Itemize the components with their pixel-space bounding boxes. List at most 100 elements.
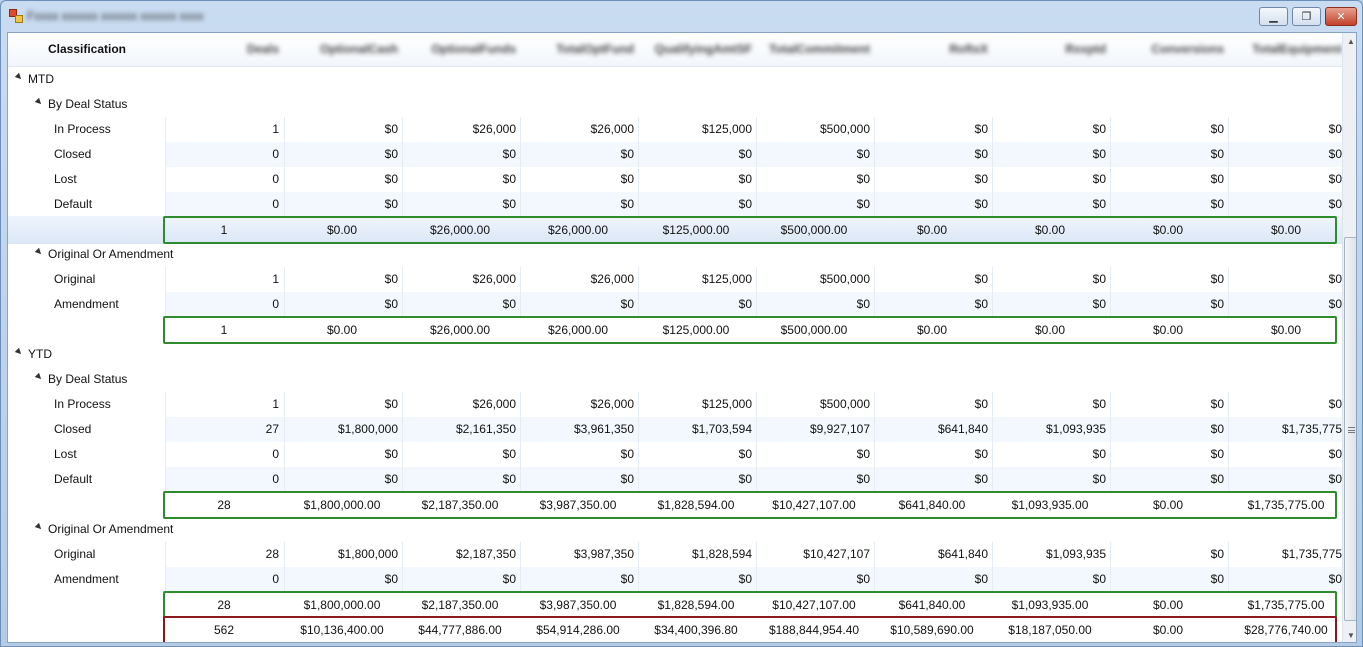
- data-cell[interactable]: $0: [1110, 472, 1224, 488]
- total-cell[interactable]: $1,735,775.00: [1226, 498, 1346, 514]
- data-cell[interactable]: $0: [874, 572, 988, 588]
- total-cell[interactable]: $0.00: [872, 323, 992, 339]
- total-cell[interactable]: $54,914,286.00: [518, 623, 638, 639]
- data-cell[interactable]: 0: [165, 172, 279, 188]
- data-cell[interactable]: 27: [165, 422, 279, 438]
- total-cell[interactable]: $0.00: [872, 223, 992, 239]
- data-cell[interactable]: $1,093,935: [992, 422, 1106, 438]
- total-cell[interactable]: $1,093,935.00: [990, 498, 1110, 514]
- total-cell[interactable]: $500,000.00: [754, 223, 874, 239]
- data-cell[interactable]: $1,800,000: [284, 547, 398, 563]
- total-cell[interactable]: 28: [164, 598, 284, 614]
- data-cell[interactable]: $26,000: [520, 397, 634, 413]
- data-cell[interactable]: 1: [165, 272, 279, 288]
- data-cell[interactable]: $0: [1110, 197, 1224, 213]
- data-cell[interactable]: $26,000: [520, 272, 634, 288]
- data-cell[interactable]: $0: [874, 272, 988, 288]
- data-cell[interactable]: $0: [402, 472, 516, 488]
- data-cell[interactable]: $0: [874, 197, 988, 213]
- table-row[interactable]: Default 0 $0 $0 $0 $0 $0 $0 $0 $0 $0: [8, 192, 1342, 217]
- table-row[interactable]: Original 28 $1,800,000 $2,187,350 $3,987,350…: [8, 542, 1342, 567]
- column-header-4[interactable]: TotalOptFund: [520, 42, 634, 58]
- total-cell[interactable]: $188,844,954.40: [754, 623, 874, 639]
- data-cell[interactable]: $500,000: [756, 272, 870, 288]
- total-cell[interactable]: 28: [164, 498, 284, 514]
- data-cell[interactable]: 0: [165, 147, 279, 163]
- data-cell[interactable]: $0: [1110, 147, 1224, 163]
- data-cell[interactable]: $0: [992, 447, 1106, 463]
- column-header-1[interactable]: Deals: [165, 42, 279, 58]
- total-cell[interactable]: $125,000.00: [636, 223, 756, 239]
- pivot-grid[interactable]: Classification Deals OptionalCash Optional…: [8, 33, 1342, 642]
- data-cell[interactable]: $0: [284, 397, 398, 413]
- column-header-3[interactable]: OptionalFunds: [402, 42, 516, 58]
- data-cell[interactable]: $0: [1110, 297, 1224, 313]
- data-cell[interactable]: $125,000: [638, 122, 752, 138]
- total-cell[interactable]: $10,136,400.00: [282, 623, 402, 639]
- total-cell[interactable]: $10,589,690.00: [872, 623, 992, 639]
- data-cell[interactable]: $0: [520, 147, 634, 163]
- data-cell[interactable]: $0: [638, 447, 752, 463]
- total-cell[interactable]: $44,777,886.00: [400, 623, 520, 639]
- data-cell[interactable]: 0: [165, 572, 279, 588]
- data-cell[interactable]: $0: [1110, 122, 1224, 138]
- expand-collapse-icon[interactable]: [14, 72, 24, 82]
- maximize-button[interactable]: ❐: [1292, 7, 1321, 26]
- data-cell[interactable]: $2,161,350: [402, 422, 516, 438]
- data-cell[interactable]: $0: [284, 122, 398, 138]
- table-row[interactable]: Original 1 $0 $26,000 $26,000 $125,000 $500,00…: [8, 267, 1342, 292]
- total-cell[interactable]: $2,187,350.00: [400, 598, 520, 614]
- data-cell[interactable]: $125,000: [638, 397, 752, 413]
- data-cell[interactable]: $0: [1228, 272, 1342, 288]
- data-cell[interactable]: $0: [1228, 122, 1342, 138]
- data-cell[interactable]: $0: [284, 272, 398, 288]
- data-cell[interactable]: $0: [1228, 172, 1342, 188]
- data-cell[interactable]: $0: [992, 122, 1106, 138]
- data-cell[interactable]: 0: [165, 197, 279, 213]
- data-cell[interactable]: 0: [165, 447, 279, 463]
- group-row[interactable]: By Deal Status: [8, 367, 1342, 392]
- table-row[interactable]: Closed 27 $1,800,000 $2,161,350 $3,961,350 $1…: [8, 417, 1342, 442]
- data-cell[interactable]: $0: [992, 472, 1106, 488]
- data-cell[interactable]: $9,927,107: [756, 422, 870, 438]
- data-cell[interactable]: $0: [874, 397, 988, 413]
- data-cell[interactable]: $500,000: [756, 397, 870, 413]
- total-cell[interactable]: $0.00: [1108, 223, 1228, 239]
- total-cell[interactable]: $1,800,000.00: [282, 498, 402, 514]
- data-cell[interactable]: $0: [1110, 172, 1224, 188]
- data-cell[interactable]: $26,000: [520, 122, 634, 138]
- total-cell[interactable]: $3,987,350.00: [518, 598, 638, 614]
- data-cell[interactable]: $0: [874, 147, 988, 163]
- data-cell[interactable]: $0: [402, 172, 516, 188]
- scroll-up-icon[interactable]: ▲: [1343, 33, 1356, 49]
- minimize-button[interactable]: ▁: [1259, 7, 1288, 26]
- total-cell[interactable]: $500,000.00: [754, 323, 874, 339]
- data-cell[interactable]: $0: [1228, 572, 1342, 588]
- expand-collapse-icon[interactable]: [34, 522, 44, 532]
- total-cell[interactable]: $1,828,594.00: [636, 498, 756, 514]
- data-cell[interactable]: $0: [284, 572, 398, 588]
- data-cell[interactable]: $10,427,107: [756, 547, 870, 563]
- group-row[interactable]: Original Or Amendment: [8, 242, 1342, 267]
- data-cell[interactable]: $0: [284, 172, 398, 188]
- data-cell[interactable]: $0: [520, 297, 634, 313]
- data-cell[interactable]: 0: [165, 472, 279, 488]
- data-cell[interactable]: $0: [874, 447, 988, 463]
- data-cell[interactable]: $0: [1110, 447, 1224, 463]
- table-row[interactable]: In Process 1 $0 $26,000 $26,000 $125,000 $500,…: [8, 117, 1342, 142]
- total-cell[interactable]: $18,187,050.00: [990, 623, 1110, 639]
- total-cell[interactable]: $1,800,000.00: [282, 598, 402, 614]
- data-cell[interactable]: $0: [284, 447, 398, 463]
- data-cell[interactable]: $0: [756, 297, 870, 313]
- total-cell[interactable]: $0.00: [1108, 598, 1228, 614]
- data-cell[interactable]: 1: [165, 397, 279, 413]
- data-cell[interactable]: $0: [284, 147, 398, 163]
- data-cell[interactable]: $0: [638, 197, 752, 213]
- data-cell[interactable]: $125,000: [638, 272, 752, 288]
- scroll-thumb[interactable]: [1344, 237, 1356, 621]
- total-cell[interactable]: $26,000.00: [518, 323, 638, 339]
- total-cell[interactable]: $0.00: [990, 223, 1110, 239]
- data-cell[interactable]: $0: [1228, 297, 1342, 313]
- data-cell[interactable]: $0: [992, 197, 1106, 213]
- total-cell[interactable]: $0.00: [1226, 223, 1346, 239]
